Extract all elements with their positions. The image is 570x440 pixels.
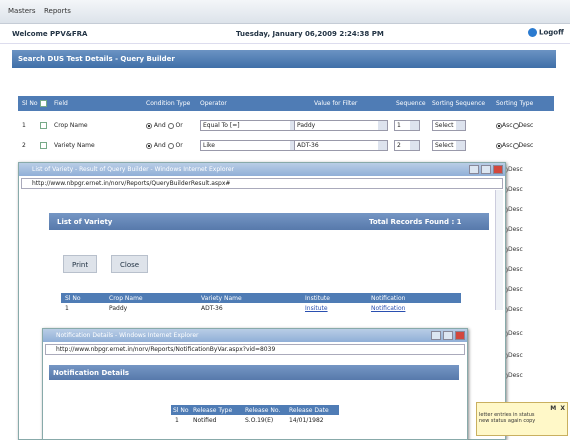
- value-filter-input[interactable]: ADT-36: [294, 140, 388, 151]
- window-title: Notification Details - Windows Internet …: [56, 332, 199, 339]
- and-radio[interactable]: [146, 122, 152, 129]
- list-title: List of Variety: [57, 218, 113, 226]
- row-field: Crop Name: [54, 122, 88, 129]
- close-window-button[interactable]: [455, 331, 465, 340]
- row-checkbox[interactable]: [40, 122, 47, 129]
- logoff-button[interactable]: Logoff: [528, 28, 564, 37]
- close-window-button[interactable]: [493, 165, 503, 174]
- total-records: Total Records Found : 1: [369, 218, 462, 226]
- row-checkbox[interactable]: [40, 142, 47, 149]
- notification-window: Notification Details - Windows Internet …: [42, 328, 468, 440]
- sequence-select[interactable]: 1: [394, 120, 420, 131]
- sorting-select[interactable]: Select: [432, 120, 466, 131]
- address-bar[interactable]: http://www.nbpgr.ernet.in/norv/Reports/N…: [45, 344, 465, 355]
- print-button[interactable]: Print: [63, 255, 98, 273]
- logoff-icon: [528, 28, 537, 37]
- popup-controls[interactable]: M X: [479, 405, 565, 412]
- value-filter-input[interactable]: Paddy: [294, 120, 388, 131]
- col-operator: Operator: [200, 100, 227, 107]
- query-table-header: Sl No Field Condition Type Operator Valu…: [18, 96, 554, 111]
- menu-masters[interactable]: Masters: [8, 7, 36, 15]
- table-row: 1 Notified S.O.19(E) 14/01/1982: [171, 415, 339, 425]
- col-value: Value for Filter: [314, 100, 358, 107]
- col-slno: Sl No: [22, 100, 38, 107]
- popup-line2: new status again copy: [479, 418, 536, 424]
- page-title-text: Search DUS Test Details - Query Builder: [18, 55, 175, 63]
- table-header: Sl No Crop Name Variety Name Institute N…: [61, 293, 461, 303]
- col-sorting-type: Sorting Type: [496, 100, 534, 107]
- table-header: Sl No Release Type Release No. Release D…: [171, 405, 339, 415]
- window-titlebar: List of Variety - Result of Query Builde…: [19, 163, 505, 176]
- maximize-button[interactable]: [443, 331, 453, 340]
- row-sl: 2: [22, 142, 26, 149]
- select-all-checkbox[interactable]: [40, 100, 47, 107]
- logoff-label: Logoff: [539, 28, 564, 37]
- address-bar[interactable]: http://www.nbpgr.ernet.in/norv/Reports/Q…: [21, 178, 503, 189]
- menu-bar: Masters Reports: [0, 0, 570, 24]
- or-radio[interactable]: [167, 142, 174, 149]
- menu-reports[interactable]: Reports: [44, 7, 71, 15]
- sequence-select[interactable]: 2: [394, 140, 420, 151]
- maximize-button[interactable]: [481, 165, 491, 174]
- table-row: 1 Paddy ADT-36 Insitute Notification: [61, 303, 461, 313]
- welcome-text: Welcome PPV&FRA: [12, 30, 88, 38]
- welcome-bar: Welcome PPV&FRA Tuesday, January 06,2009…: [0, 24, 570, 44]
- notification-header: Notification Details: [49, 365, 459, 380]
- row-sl: 1: [22, 122, 26, 129]
- col-condition: Condition Type: [146, 100, 191, 107]
- list-header: List of Variety Total Records Found : 1: [49, 213, 489, 230]
- window-titlebar: Notification Details - Windows Internet …: [43, 329, 467, 342]
- notification-title: Notification Details: [53, 369, 130, 377]
- row-field: Variety Name: [54, 142, 95, 149]
- table-row: 1 Crop Name And Or Equal To [=] Paddy 1 …: [18, 118, 554, 134]
- or-radio[interactable]: [167, 122, 174, 129]
- close-button[interactable]: Close: [111, 255, 149, 273]
- operator-select[interactable]: Equal To [=]: [200, 120, 300, 131]
- sorting-select[interactable]: Select: [432, 140, 466, 151]
- operator-select[interactable]: Like: [200, 140, 300, 151]
- col-field: Field: [54, 100, 68, 107]
- page-title: Search DUS Test Details - Query Builder: [12, 50, 556, 68]
- minimize-button[interactable]: [469, 165, 479, 174]
- col-sequence: Sequence: [396, 100, 426, 107]
- date-time: Tuesday, January 06,2009 2:24:38 PM: [236, 30, 384, 38]
- table-row: 2 Variety Name And Or Like ADT-36 2 Sele…: [18, 138, 554, 154]
- minimize-button[interactable]: [431, 331, 441, 340]
- status-popup: M X letter entries in status new status …: [476, 402, 568, 436]
- and-radio[interactable]: [146, 142, 152, 149]
- institute-link[interactable]: Insitute: [305, 305, 328, 312]
- notification-link[interactable]: Notification: [371, 305, 405, 312]
- window-title: List of Variety - Result of Query Builde…: [32, 166, 234, 173]
- scrollbar[interactable]: [495, 190, 503, 310]
- col-sorting-sequence: Sorting Sequence: [432, 100, 486, 107]
